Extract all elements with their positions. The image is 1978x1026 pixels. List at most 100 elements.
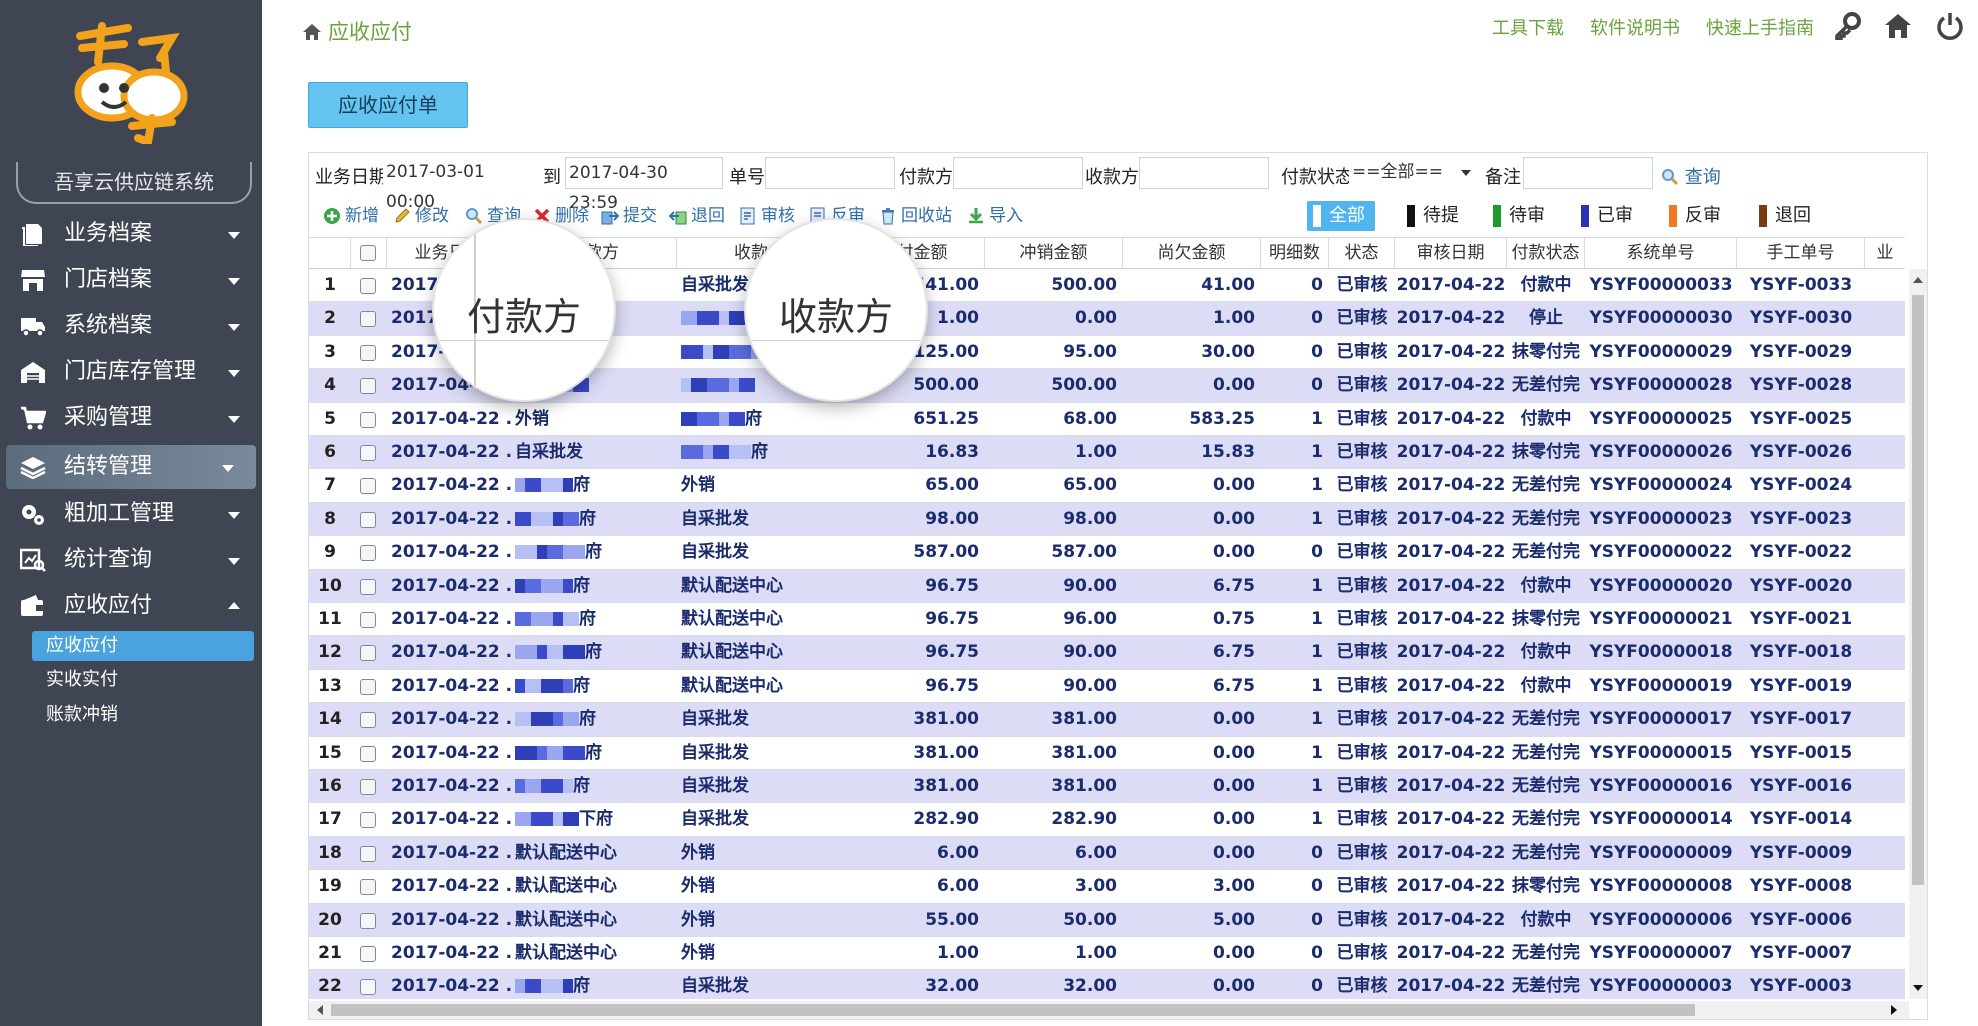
table-row[interactable]: 12 2017-04-22 ... 府 默认配送中心 96.75 90.00 6.75 1 已审…	[309, 636, 1905, 670]
tools-download-link[interactable]: 工具下载	[1492, 18, 1564, 39]
receivable-payable-bill-button[interactable]: 应收应付单	[308, 82, 468, 128]
sidebar-item-store-files[interactable]: 门店档案	[0, 258, 262, 302]
home-icon[interactable]	[1884, 12, 1912, 40]
table-row[interactable]: 9 2017-04-22 ... 府 自采批发 587.00 587.00 0.00 0 已审核…	[309, 536, 1905, 570]
status-filter-all[interactable]: 全部	[1307, 201, 1375, 231]
sidebar-item-purchase[interactable]: 采购管理	[0, 396, 262, 440]
table-row[interactable]: 16 2017-04-22 ... 府 自采批发 381.00 381.00 0.00 1 已审…	[309, 770, 1905, 804]
header-select-all[interactable]	[351, 238, 387, 269]
row-checkbox[interactable]	[360, 511, 376, 528]
submenu-item-writeoff[interactable]: 账款冲销	[32, 700, 254, 730]
header-manual-no[interactable]: 手工单号	[1737, 238, 1865, 269]
sidebar-item-receivable-payable[interactable]: 应收应付	[0, 584, 262, 628]
date-from-input[interactable]: 2017-03-01 00:00	[383, 157, 533, 212]
import-button[interactable]: 导入	[965, 205, 1023, 227]
row-checkbox[interactable]	[360, 912, 376, 929]
table-row[interactable]: 8 2017-04-22 ... 府 自采批发 98.00 98.00 0.00 1 已审核 20…	[309, 502, 1905, 537]
scroll-up-icon[interactable]	[1913, 277, 1923, 283]
row-checkbox[interactable]	[360, 712, 376, 729]
select-all-checkbox[interactable]	[360, 245, 376, 261]
horizontal-scrollbar[interactable]	[309, 1001, 1909, 1019]
row-checkbox[interactable]	[360, 979, 376, 996]
row-checkbox[interactable]	[360, 946, 376, 962]
manual-link[interactable]: 软件说明书	[1590, 18, 1680, 39]
table-row[interactable]: 11 2017-04-22 ... 府 默认配送中心 96.75 96.00 0.75 1 已审…	[309, 603, 1905, 637]
scroll-down-icon[interactable]	[1913, 985, 1923, 991]
bill-no-input[interactable]	[765, 157, 895, 189]
return-button[interactable]: 退回	[667, 205, 725, 227]
table-row[interactable]: 13 2017-04-22 ... 府 默认配送中心 96.75 90.00 6.75 1 已审…	[309, 669, 1905, 704]
status-filter-unaudited[interactable]: 反审	[1663, 201, 1721, 231]
row-checkbox[interactable]	[360, 678, 376, 695]
row-checkbox[interactable]	[360, 745, 376, 762]
row-checkbox[interactable]	[360, 779, 376, 795]
row-checkbox[interactable]	[360, 545, 376, 562]
status-filter-pending-submit[interactable]: 待提	[1401, 201, 1459, 231]
table-row[interactable]: 15 2017-04-22 ... 府 自采批发 381.00 381.00 0.00 1 已审…	[309, 736, 1905, 770]
vertical-scrollbar[interactable]	[1909, 269, 1927, 999]
payee-input[interactable]	[1139, 157, 1269, 189]
table-row[interactable]: 19 2017-04-22 ...默认配送中心 外销 6.00 3.00 3.00 0 已审核…	[309, 870, 1905, 904]
manual-no-cell-text: YSYF-0029	[1749, 341, 1853, 362]
table-row[interactable]: 6 2017-04-22 ...自采批发 府 16.83 1.00 15.83 1 已审核 20…	[309, 436, 1905, 470]
date-to-input[interactable]: 2017-04-30 23:59	[565, 157, 723, 213]
status-filter-audited[interactable]: 已审	[1575, 201, 1633, 231]
sidebar-item-business-files[interactable]: 业务档案	[0, 212, 262, 256]
power-icon[interactable]	[1936, 12, 1964, 40]
edit-button[interactable]: 修改	[391, 205, 449, 227]
recycle-bin-button[interactable]: 回收站	[877, 205, 952, 227]
row-checkbox[interactable]	[360, 411, 376, 428]
table-row[interactable]: 22 2017-04-22 ... 府 自采批发 32.00 32.00 0.00 0 已审核 2…	[309, 970, 1905, 999]
status-filter-pending-audit[interactable]: 待审	[1487, 201, 1545, 231]
header-status[interactable]: 状态	[1329, 238, 1395, 269]
submenu-item-actual-receipts[interactable]: 实收实付	[32, 665, 254, 695]
quickstart-link[interactable]: 快速上手指南	[1706, 18, 1814, 39]
horizontal-scroll-thumb[interactable]	[331, 1004, 1695, 1016]
submit-button[interactable]: 提交	[599, 205, 657, 227]
header-pay-status[interactable]: 付款状态	[1507, 238, 1585, 269]
row-checkbox[interactable]	[360, 278, 376, 294]
sidebar-item-carryover[interactable]: 结转管理	[6, 445, 256, 489]
sidebar-item-store-inventory[interactable]: 门店库存管理	[0, 350, 262, 394]
submenu-item-receivable-payable[interactable]: 应收应付	[32, 631, 254, 661]
header-detail-count[interactable]: 明细数	[1261, 238, 1329, 269]
scroll-left-icon[interactable]	[317, 1005, 323, 1015]
payer-input[interactable]	[953, 157, 1083, 189]
row-checkbox[interactable]	[360, 578, 376, 595]
row-checkbox[interactable]	[360, 344, 376, 361]
table-row[interactable]: 10 2017-04-22 ... 府 默认配送中心 96.75 90.00 6.75 1 已审…	[309, 569, 1905, 603]
table-row[interactable]: 17 2017-04-22 ... 下府 自采批发 282.90 282.90 0.00 1已…	[309, 803, 1905, 837]
key-icon[interactable]	[1834, 12, 1862, 40]
table-row[interactable]: 7 2017-04-22 ... 府 外销 65.00 65.00 0.00 1 已审核 2017…	[309, 469, 1905, 503]
sidebar-item-system-files[interactable]: 系统档案	[0, 304, 262, 348]
table-row[interactable]: 18 2017-04-22 ...默认配送中心 外销 6.00 6.00 0.00 0 已审核…	[309, 836, 1905, 871]
vertical-scroll-thumb[interactable]	[1912, 295, 1924, 885]
row-checkbox[interactable]	[360, 445, 376, 461]
row-checkbox[interactable]	[360, 879, 376, 896]
remark-input[interactable]	[1523, 157, 1653, 189]
row-checkbox[interactable]	[360, 311, 376, 328]
pay-status-select[interactable]: ==全部==	[1349, 157, 1479, 189]
header-system-no[interactable]: 系统单号	[1585, 238, 1737, 269]
add-button[interactable]: 新增	[321, 205, 379, 227]
table-row[interactable]: 5 2017-04-22 ...外销 府 651.25 68.00 583.25 1 已审核 2…	[309, 402, 1905, 436]
sidebar-item-statistics[interactable]: 统计查询	[0, 538, 262, 582]
row-checkbox[interactable]	[360, 478, 376, 495]
query-button[interactable]: 查询	[1661, 163, 1721, 189]
table-row[interactable]: 21 2017-04-22 ...默认配送中心 外销 1.00 1.00 0.00 0 已审核…	[309, 937, 1905, 971]
table-row[interactable]: 20 2017-04-22 ...默认配送中心 外销 55.00 50.00 5.00 0已…	[309, 903, 1905, 937]
header-writeoff[interactable]: 冲销金额	[985, 238, 1123, 269]
table-row[interactable]: 14 2017-04-22 ... 府 自采批发 381.00 381.00 0.00 1 已审…	[309, 703, 1905, 737]
scroll-right-icon[interactable]	[1891, 1005, 1897, 1015]
header-audit-date[interactable]: 审核日期	[1395, 238, 1507, 269]
header-owed[interactable]: 尚欠金额	[1123, 238, 1261, 269]
row-checkbox[interactable]	[360, 845, 376, 862]
sidebar-item-rough-processing[interactable]: 粗加工管理	[0, 492, 262, 536]
row-checkbox[interactable]	[360, 378, 376, 395]
row-checkbox[interactable]	[360, 612, 376, 628]
row-checkbox[interactable]	[360, 812, 376, 829]
audit-button[interactable]: 审核	[737, 205, 795, 227]
status-filter-returned[interactable]: 退回	[1753, 201, 1811, 231]
row-checkbox[interactable]	[360, 645, 376, 662]
header-business-type[interactable]: 业	[1865, 238, 1905, 269]
